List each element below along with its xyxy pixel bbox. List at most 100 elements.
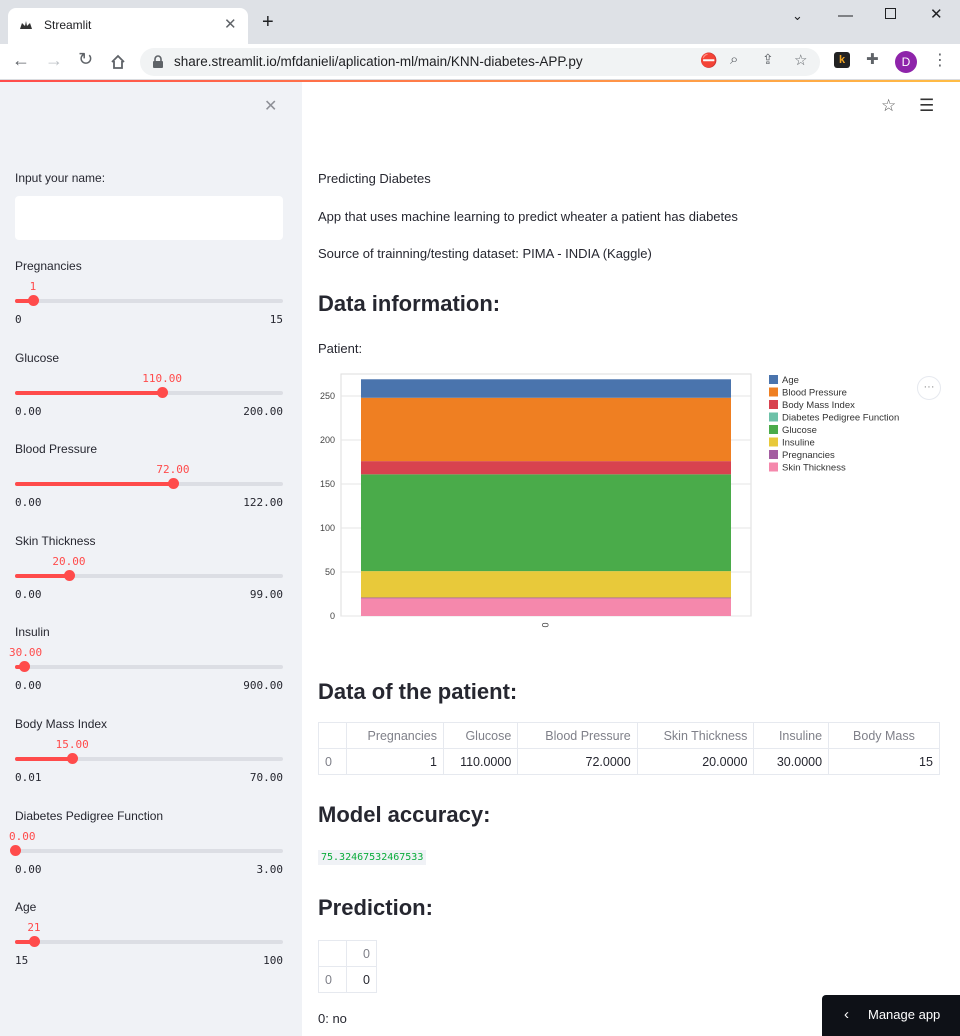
legend-item: Diabetes Pedigree Function (782, 413, 899, 424)
slider-fill (15, 390, 163, 395)
slider-track[interactable] (15, 478, 283, 490)
y-tick-label: 100 (320, 523, 335, 533)
slider-thumb[interactable] (27, 295, 39, 306)
home-icon[interactable] (109, 53, 127, 71)
patient-dataframe[interactable]: Pregnancies Glucose Blood Pressure Skin … (318, 722, 940, 776)
slider-track[interactable] (10, 844, 283, 856)
table-cell: 0 (318, 966, 347, 993)
slider-value: 0.00 (9, 829, 36, 843)
slider-value: 1 (29, 280, 37, 293)
table-header[interactable]: Insuline (753, 722, 830, 749)
forward-icon[interactable]: → (45, 50, 63, 71)
share-icon[interactable]: ⇪ (762, 51, 774, 68)
url-text: share.streamlit.io/mfdanieli/aplication-… (174, 54, 583, 69)
table-header (318, 722, 347, 749)
prediction-note: 0: no (318, 1011, 347, 1026)
table-cell: 20.0000 (636, 748, 755, 775)
slider-thumb[interactable] (10, 844, 21, 856)
legend-swatch (769, 450, 778, 459)
manage-app-button[interactable]: ‹ Manage app (822, 995, 960, 1036)
slider-min: 0.00 (15, 587, 42, 601)
browser-toolbar: ← → ↻ share.streamlit.io/mfdanieli/aplic… (0, 44, 960, 80)
slider-fill (15, 573, 70, 578)
name-input[interactable] (15, 196, 283, 240)
extension-k-icon[interactable]: k (834, 52, 850, 68)
table-header[interactable]: Pregnancies (345, 722, 444, 749)
slider-thumb[interactable] (67, 753, 79, 764)
slider-track[interactable] (15, 753, 283, 764)
tab-title: Streamlit (44, 18, 92, 32)
reload-icon[interactable]: ↻ (78, 49, 93, 70)
legend-item: Blood Pressure (782, 388, 847, 399)
bookmark-star-icon[interactable]: ☆ (794, 51, 807, 69)
sidebar: ✕ Input your name: Pregnancies 1 0 15 Glucos… (0, 82, 302, 1036)
maximize-icon[interactable] (885, 8, 896, 19)
slider-min: 15 (15, 954, 29, 968)
legend-item: Body Mass Index (782, 400, 855, 411)
slider-fill (15, 757, 73, 761)
bar-segment (361, 461, 731, 475)
slider-thumb[interactable] (64, 569, 76, 581)
slider-value: 30.00 (9, 646, 43, 660)
prediction-dataframe[interactable]: 0 0 0 (318, 940, 377, 993)
new-tab-icon[interactable]: + (262, 12, 274, 32)
minimize-icon[interactable]: — (838, 7, 853, 24)
model-accuracy-heading: Model accuracy: (318, 802, 491, 827)
y-tick-label: 150 (320, 479, 335, 489)
table-header[interactable]: 0 (346, 940, 377, 967)
slider-thumb[interactable] (157, 386, 169, 398)
table-cell: 0 (318, 748, 347, 775)
address-bar[interactable]: share.streamlit.io/mfdanieli/aplication-… (140, 48, 820, 76)
bar-segment (361, 397, 731, 462)
close-sidebar-icon[interactable]: ✕ (264, 96, 277, 116)
app-title-text: Predicting Diabetes (318, 171, 431, 186)
data-information-heading: Data information: (318, 291, 501, 316)
table-cell: 72.0000 (517, 748, 638, 775)
slider-label: Glucose (15, 350, 60, 365)
slider-max: 70.00 (249, 771, 283, 784)
manage-app-label: Manage app (868, 1007, 941, 1022)
slider-max: 122.00 (243, 496, 283, 510)
blocked-icon[interactable]: ⛔ (700, 52, 717, 69)
slider-track[interactable] (15, 569, 283, 581)
table-header[interactable]: Body Mass (828, 722, 940, 749)
slider-label: Insulin (15, 625, 50, 640)
table-header[interactable]: Blood Pressure (517, 722, 638, 749)
tab-search-icon[interactable]: ⌄ (792, 8, 803, 24)
close-window-icon[interactable]: ✕ (930, 5, 943, 23)
profile-avatar[interactable]: D (895, 51, 917, 73)
table-row: 0 1 110.0000 72.0000 20.0000 30.0000 15 (318, 748, 940, 775)
back-icon[interactable]: ← (12, 50, 30, 71)
slider-label: Skin Thickness (15, 533, 96, 548)
lock-icon (153, 55, 163, 68)
star-icon[interactable]: ☆ (881, 96, 896, 116)
table-header[interactable]: Glucose (442, 722, 519, 749)
slider-fill (15, 482, 174, 487)
slider-track[interactable] (15, 936, 283, 948)
name-label: Input your name: (15, 171, 106, 185)
slider-min: 0.01 (15, 771, 42, 784)
hamburger-menu-icon[interactable]: ☰ (919, 96, 934, 116)
slider-min: 0.00 (15, 862, 42, 876)
accuracy-value: 75.32467532467533 (318, 850, 427, 865)
slider-thumb[interactable] (168, 478, 180, 490)
browser-tab[interactable]: Streamlit ✕ (8, 8, 248, 44)
legend-item: Skin Thickness (782, 463, 846, 474)
zoom-icon[interactable]: ⌕ (730, 51, 738, 68)
slider-min: 0.00 (15, 496, 42, 510)
browser-menu-icon[interactable]: ⋮ (932, 50, 948, 70)
close-tab-icon[interactable]: ✕ (224, 15, 237, 33)
y-tick-label: 50 (325, 567, 335, 577)
slider-thumb[interactable] (18, 661, 30, 673)
slider-track[interactable] (15, 661, 283, 673)
legend-item: Age (782, 375, 799, 386)
slider-thumb[interactable] (29, 936, 41, 948)
table-header[interactable]: Skin Thickness (636, 722, 755, 749)
chart-more-options-icon[interactable]: ··· (917, 376, 941, 400)
slider-value: 21 (27, 921, 41, 935)
slider-track[interactable] (15, 386, 283, 398)
slider-label: Age (15, 900, 37, 915)
extensions-puzzle-icon[interactable]: ✚ (866, 50, 879, 68)
slider-min: 0.00 (15, 404, 42, 418)
slider-track[interactable] (15, 295, 283, 306)
